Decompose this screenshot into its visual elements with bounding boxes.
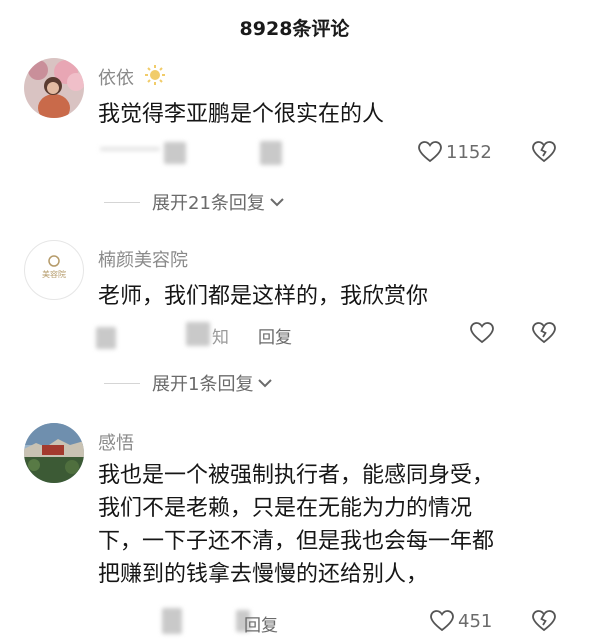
blurred-meta [96,327,116,349]
comment-text-line: 老师，我们都是这样的，我欣赏你 [98,284,429,309]
comment-text-line: 下，一下子还不清，但是我也会每一年都 [98,529,495,554]
heart-outline-icon [470,322,494,344]
blurred-meta [186,322,210,346]
comment-text-line: 我们不是老赖，只是在无能为力的情况 [98,496,473,521]
divider-line [104,201,140,203]
reply-button[interactable]: 回复 [244,611,278,636]
divider-line [104,382,140,384]
like-button[interactable]: 1152 [418,141,492,163]
sun-badge-icon [144,64,166,90]
reply-button[interactable]: 回复 [258,323,292,348]
expand-replies-label: 展开21条回复 [152,193,265,214]
chevron-down-icon [270,198,284,207]
broken-heart-icon [532,141,556,163]
broken-heart-icon [532,322,556,344]
heart-outline-icon [418,141,442,163]
like-button[interactable]: 451 [430,610,492,632]
like-button[interactable] [470,322,498,344]
dislike-button[interactable] [532,610,556,636]
comment-count-title: 8928条评论 [239,18,350,40]
comment-text: 老师，我们都是这样的，我欣赏你 [98,280,558,313]
avatar[interactable] [24,58,84,118]
comment-username[interactable]: 楠颜美容院 [98,246,188,272]
avatar-brand-text: 美容院 [42,270,66,279]
dislike-button[interactable] [532,141,556,167]
expand-replies-button[interactable]: 展开1条回复 [104,370,273,396]
expand-replies-label: 展开1条回复 [152,374,254,395]
comment-text-line: 我也是一个被强制执行者，能感同身受， [98,463,495,488]
blurred-meta [164,142,186,164]
broken-heart-icon [532,610,556,632]
blurred-meta [260,141,282,165]
comment-text: 我也是一个被强制执行者，能感同身受， 我们不是老赖，只是在无能为力的情况 下，一… [98,459,568,591]
comment-text-line: 我觉得李亚鹏是个很实在的人 [98,102,385,127]
comment-text-line: 把赚到的钱拿去慢慢的还给别人， [98,562,429,587]
dislike-button[interactable] [532,322,556,348]
comment-meta-text: 知 [212,328,229,348]
like-count: 1152 [446,141,492,163]
blurred-meta [162,608,182,634]
blurred-meta [100,147,160,151]
like-count: 451 [458,610,493,632]
comment-username[interactable]: 依依 [98,64,134,90]
comment-username[interactable]: 感悟 [98,429,134,455]
comment-text: 我觉得李亚鹏是个很实在的人 [98,98,558,131]
avatar[interactable]: 美容院 [24,240,84,300]
chevron-down-icon [258,379,273,388]
expand-replies-button[interactable]: 展开21条回复 [104,189,285,215]
avatar[interactable] [24,423,84,483]
heart-outline-icon [430,610,454,632]
